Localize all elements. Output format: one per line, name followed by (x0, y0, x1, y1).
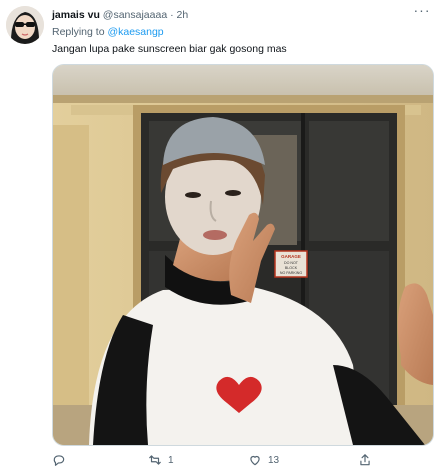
more-options-button[interactable]: ··· (410, 2, 434, 20)
tweet-media[interactable]: GARAGE DO NOT BLOCK NO PARKING (52, 64, 434, 446)
timestamp[interactable]: 2h (177, 9, 189, 21)
heart-icon (250, 455, 260, 466)
replying-to: Replying to @kaesangp (52, 26, 164, 38)
reply-button[interactable] (52, 450, 72, 470)
display-name[interactable]: jamais vu (52, 9, 100, 21)
share-icon (360, 454, 370, 466)
reply-icon (53, 455, 65, 466)
tweet-header: jamais vu @sansajaaaa · 2h (52, 9, 188, 21)
retweet-count: 1 (168, 454, 174, 466)
media-photo: GARAGE DO NOT BLOCK NO PARKING (53, 65, 433, 445)
sign-line-3: BLOCK (285, 266, 298, 270)
retweet-button[interactable]: 1 (148, 450, 174, 470)
replying-to-link[interactable]: @kaesangp (107, 26, 163, 38)
retweet-icon (149, 455, 161, 465)
like-count: 13 (268, 454, 280, 466)
like-button[interactable]: 13 (248, 450, 279, 470)
separator-dot: · (170, 9, 174, 21)
user-handle[interactable]: @sansajaaaa (103, 9, 167, 21)
share-button[interactable] (358, 450, 378, 470)
tweet[interactable]: jamais vu @sansajaaaa · 2h ··· Replying … (0, 0, 444, 475)
avatar-image (6, 6, 44, 44)
tweet-actions: 1 13 (52, 450, 422, 470)
sign-line-4: NO PARKING (280, 271, 303, 275)
sign-line-1: GARAGE (281, 254, 301, 259)
more-options-icon: ··· (413, 2, 431, 18)
sign-line-2: DO NOT (284, 261, 299, 265)
tweet-text: Jangan lupa pake sunscreen biar gak goso… (52, 43, 287, 55)
replying-prefix: Replying to (52, 26, 105, 38)
avatar[interactable] (6, 6, 44, 44)
